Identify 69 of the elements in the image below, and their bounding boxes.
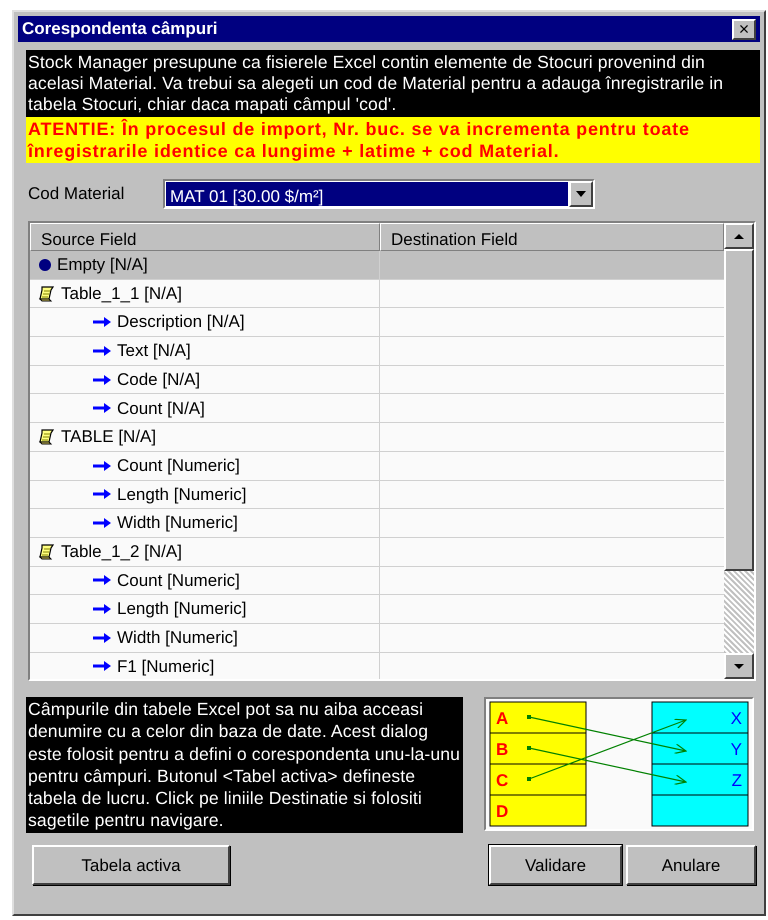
arrow-icon: [92, 517, 112, 530]
list-row[interactable]: Count [Numeric]: [30, 566, 724, 596]
list-row[interactable]: Length [Numeric]: [30, 480, 724, 510]
list-row[interactable]: Table_1_1 [N/A]: [30, 280, 724, 308]
up-arrow-icon: [733, 232, 745, 240]
active-table-button[interactable]: Tabela activa: [32, 844, 230, 885]
list-row[interactable]: Code [N/A]: [30, 366, 724, 394]
arrow-icon: [92, 344, 112, 357]
list-row[interactable]: Description [N/A]: [30, 308, 724, 338]
cancel-button[interactable]: Anulare: [626, 844, 756, 885]
scroll-icon: [38, 542, 56, 561]
source-field-label: Code [N/A]: [117, 368, 200, 391]
source-field-label: Description [N/A]: [117, 311, 245, 334]
source-letter: A: [496, 709, 508, 728]
material-dropdown[interactable]: MAT 01 [30.00 $/m²]: [163, 179, 595, 209]
field-label: Cod Material: [28, 183, 126, 206]
arrow-icon: [92, 574, 112, 586]
arrow-icon: [92, 316, 112, 328]
arrow-icon: [92, 660, 112, 672]
arrow-icon: [92, 460, 112, 472]
scroll-up-button[interactable]: [724, 223, 754, 249]
list-row[interactable]: TABLE [N/A]: [30, 423, 724, 452]
source-letter: D: [496, 802, 508, 821]
list-row[interactable]: Text [N/A]: [30, 337, 724, 366]
help-text: Câmpurile din tabele Excel pot sa nu aiba acceasi denumire cu a celor din baza de date. Acest dialog este folosit pentru a defini o corespondenta unu-la-unu pentru câmpuri. Butonul <Tabel activa> defineste tabela de lucru. Click pe liniile Destinatie si folositi sagetile pentru navigare.: [26, 697, 463, 833]
warning-text: ATENTIE: În procesul de import, Nr. buc. se va incrementa pentru toate înregistrarile identice ca lungime + latime + cod Material.: [26, 117, 760, 163]
destination-letter: Z: [732, 771, 742, 790]
scroll-icon: [38, 284, 56, 303]
scroll-down-button[interactable]: [724, 653, 754, 679]
list-row[interactable]: Count [Numeric]: [30, 452, 724, 480]
down-arrow-icon: [733, 662, 745, 670]
destination-letter: X: [730, 709, 742, 728]
source-field-label: Count [N/A]: [117, 398, 205, 420]
source-field-label: Table_1_2 [N/A]: [61, 540, 182, 563]
source-letter: C: [496, 771, 508, 790]
destination-letter: Y: [730, 740, 742, 759]
column-header[interactable]: Source Field: [30, 223, 380, 251]
arrow-icon: [92, 402, 112, 414]
list-row[interactable]: Count [N/A]: [30, 394, 724, 424]
column-header[interactable]: Destination Field: [380, 223, 724, 251]
info-text: Stock Manager presupune ca fisierele Excel contin elemente de Stocuri provenind din acelasi Material. Va trebui sa alegeti un cod de Material pentru a adauga înregistrarile in tabela Stocuri, chiar daca mapati câmpul 'cod'.: [26, 50, 760, 117]
source-field-label: Count [Numeric]: [117, 570, 240, 592]
arrow-icon: [92, 632, 112, 644]
caret-icon: [575, 190, 587, 198]
list-row[interactable]: Width [Numeric]: [30, 509, 724, 538]
source-field-label: TABLE [N/A]: [61, 426, 156, 448]
source-letter: B: [496, 740, 508, 759]
arrow-icon: [92, 374, 112, 386]
source-field-label: F1 [Numeric]: [117, 656, 214, 678]
list-row[interactable]: Width [Numeric]: [30, 624, 724, 653]
source-field-label: Text [N/A]: [117, 340, 191, 362]
window-title: Corespondenta câmpuri: [22, 18, 218, 40]
list-row[interactable]: Empty [N/A]: [30, 251, 724, 280]
ok-button[interactable]: Validare: [489, 844, 622, 885]
source-field-label: Width [Numeric]: [117, 627, 238, 650]
scrollbar-thumb[interactable]: [724, 249, 754, 571]
arrow-icon: [92, 488, 112, 500]
close-button[interactable]: ×: [732, 18, 756, 40]
scroll-icon: [38, 428, 56, 446]
arrow-icon: [92, 603, 112, 616]
source-field-label: Length [Numeric]: [117, 484, 246, 506]
source-field-label: Table_1_1 [N/A]: [61, 282, 182, 305]
source-field-label: Empty [N/A]: [57, 254, 148, 276]
source-field-label: Width [Numeric]: [117, 512, 238, 534]
source-field-label: Length [Numeric]: [117, 598, 246, 620]
source-field-label: Count [Numeric]: [117, 454, 240, 477]
list-row[interactable]: Length [Numeric]: [30, 595, 724, 624]
dot-icon: [38, 258, 52, 272]
list-row[interactable]: Table_1_2 [N/A]: [30, 538, 724, 567]
